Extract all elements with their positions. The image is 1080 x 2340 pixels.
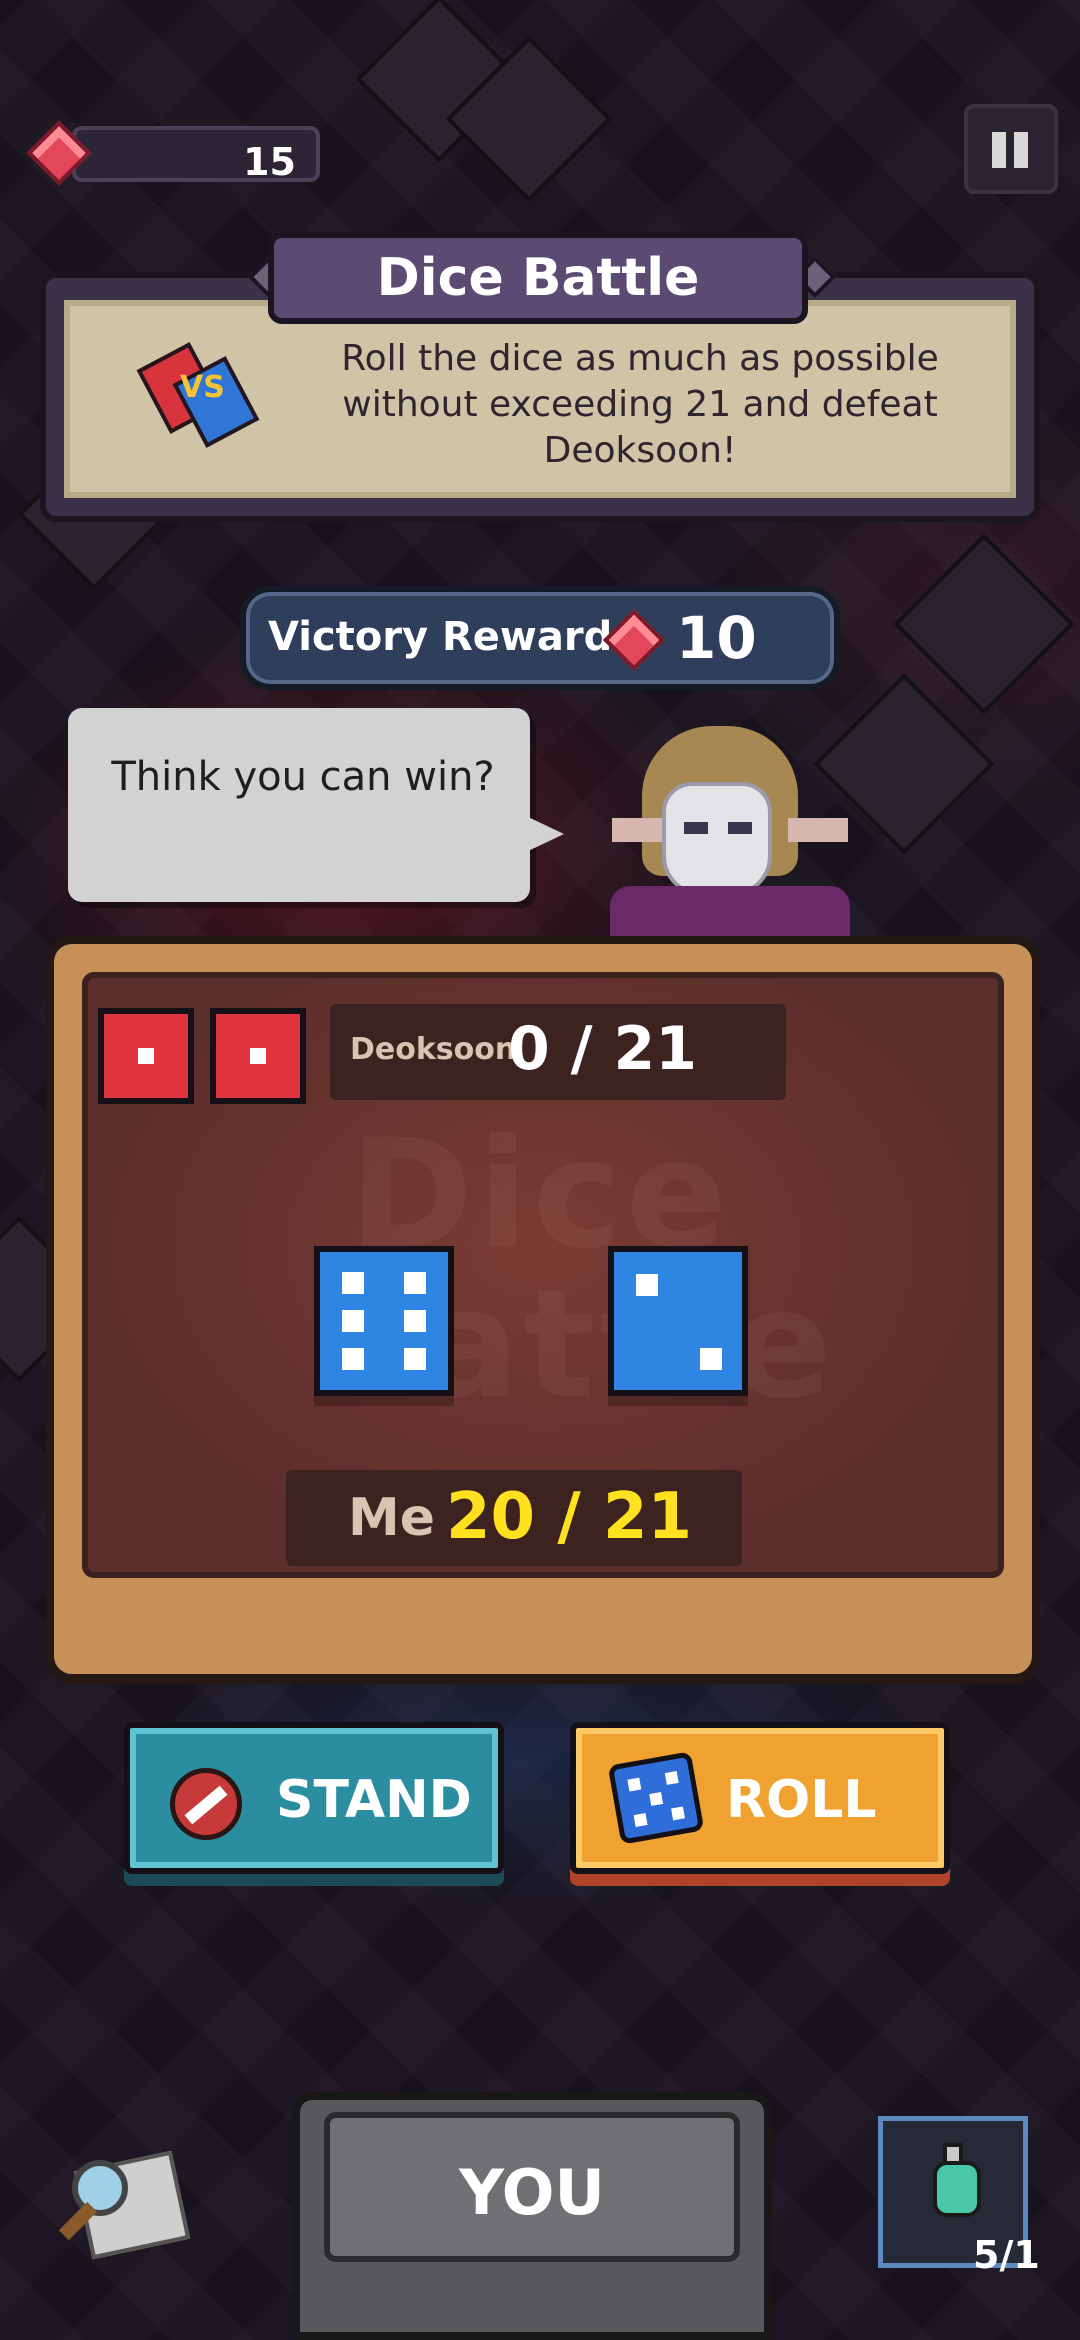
stand-button[interactable]: STAND [124, 1722, 504, 1874]
stand-label: STAND [276, 1770, 472, 1830]
potion-count: 5/1 [973, 2233, 1040, 2277]
magnifier-icon[interactable] [58, 2150, 192, 2264]
player-die [314, 1246, 454, 1396]
game-description: Roll the dice as much as possible withou… [341, 338, 939, 471]
opponent-score: Deoksoon 0 / 21 [330, 1004, 786, 1100]
victory-reward: Victory Reward 10 [240, 586, 840, 690]
gem-counter: 15 [26, 118, 324, 190]
mask-icon [662, 782, 772, 896]
stop-icon [170, 1768, 242, 1840]
gem-count: 15 [243, 140, 296, 184]
game-title: Dice Battle [376, 248, 700, 308]
background-tile [893, 533, 1075, 715]
opponent-score-value: 0 / 21 [508, 1014, 697, 1084]
player-score-value: 20 / 21 [446, 1480, 693, 1554]
player-die [608, 1246, 748, 1396]
speech-text: Think you can win? [111, 754, 495, 800]
dice-icon [607, 1751, 705, 1845]
roll-button[interactable]: ROLL [570, 1722, 950, 1874]
turn-indicator[interactable]: YOU [292, 2092, 772, 2340]
opponent-die [210, 1008, 306, 1104]
gem-counter-bar: 15 [72, 126, 320, 184]
vs-cards-icon: VS [136, 342, 260, 448]
roll-label: ROLL [726, 1770, 877, 1830]
speech-bubble: Think you can win? [68, 708, 564, 902]
victory-reward-label: Victory Reward [268, 614, 613, 660]
opponent-name: Deoksoon [350, 1032, 517, 1067]
opponent-character [600, 726, 860, 956]
player-score: Me 20 / 21 [286, 1470, 742, 1566]
pause-icon [1014, 132, 1028, 168]
title-ribbon: Dice Battle [268, 232, 808, 324]
turn-label: YOU [459, 2156, 605, 2229]
potion-slot[interactable]: 5/1 [878, 2116, 1040, 2277]
pause-button[interactable] [964, 104, 1058, 194]
player-name: Me [348, 1488, 436, 1548]
victory-reward-value: 10 [676, 604, 757, 672]
opponent-die [98, 1008, 194, 1104]
potion-icon [933, 2161, 981, 2217]
pause-icon [992, 132, 1006, 168]
